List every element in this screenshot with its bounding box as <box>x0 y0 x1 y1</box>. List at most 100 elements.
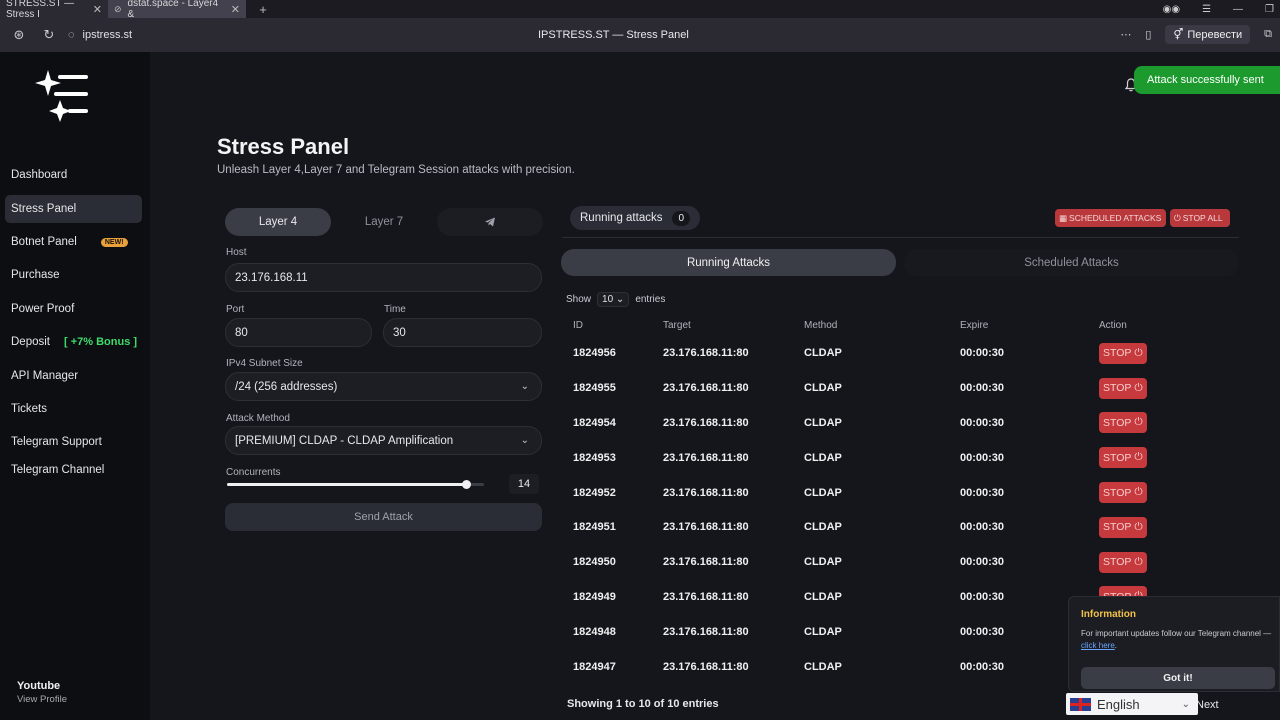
tab-layer4[interactable]: Layer 4 <box>225 208 331 236</box>
stop-button[interactable]: STOP⏻ <box>1099 447 1147 469</box>
app-logo[interactable] <box>34 68 90 124</box>
cell-id: 1824949 <box>573 590 616 603</box>
running-label: Running attacks <box>580 212 663 224</box>
got-it-button[interactable]: Got it! <box>1081 667 1275 689</box>
tab-scheduled-attacks[interactable]: Scheduled Attacks <box>904 249 1239 276</box>
menu-icon[interactable]: ☰ <box>1202 4 1211 15</box>
stop-button[interactable]: STOP⏻ <box>1099 412 1147 434</box>
sidebar-toggle-icon[interactable]: ⧉ <box>1264 28 1272 41</box>
sidebar-item-label: Stress Panel <box>11 203 77 215</box>
cell-target: 23.176.168.11:80 <box>663 347 749 360</box>
tab-running-attacks[interactable]: Running Attacks <box>561 249 896 276</box>
close-icon[interactable]: ✕ <box>231 3 240 16</box>
attacks-tabs: Running Attacks Scheduled Attacks <box>561 249 1239 276</box>
entries-select[interactable]: 10 ⌄ <box>597 292 630 307</box>
sidebar-item-label: Telegram Support <box>11 436 102 448</box>
translate-button[interactable]: ⚥ Перевести <box>1165 25 1251 44</box>
running-count: 0 <box>672 210 691 226</box>
restore-icon[interactable]: ❐ <box>1265 4 1274 15</box>
cell-target: 23.176.168.11:80 <box>663 451 749 464</box>
subnet-select[interactable]: /24 (256 addresses) ⌄ <box>225 372 542 401</box>
telegram-icon <box>485 217 495 227</box>
sidebar-item-label: Telegram Channel <box>11 464 105 476</box>
stop-button[interactable]: STOP⏻ <box>1099 551 1147 573</box>
table-row: 1824951 23.176.168.11:80 CLDAP 00:00:30 STOP… <box>565 510 1233 545</box>
chevron-down-icon: ⌄ <box>615 294 625 305</box>
close-icon[interactable]: ✕ <box>93 3 102 16</box>
cell-id: 1824954 <box>573 416 616 429</box>
divider <box>562 237 1239 238</box>
cell-method: CLDAP <box>804 660 842 673</box>
urlbar-actions: ⋯ ▯ ⚥ Перевести ⧉ <box>1120 25 1272 44</box>
sidebar-item-botnet-panel[interactable]: Botnet Panel NEW! <box>5 228 142 256</box>
bonus-badge: [ +7% Bonus ] <box>64 336 138 348</box>
language-select[interactable]: English ⌄ <box>1066 693 1198 715</box>
address-field[interactable]: ◌ ipstress.st <box>68 29 132 41</box>
new-badge: NEW! <box>100 237 128 247</box>
cell-id: 1824955 <box>573 382 616 395</box>
info-link[interactable]: click here <box>1081 641 1115 650</box>
time-input[interactable]: 30 <box>383 318 542 347</box>
port-input[interactable]: 80 <box>225 318 372 347</box>
sidebar-item-stress-panel[interactable]: Stress Panel <box>5 195 142 223</box>
sidebar-item-api-manager[interactable]: API Manager <box>5 362 142 390</box>
tab-layer7[interactable]: Layer 7 <box>331 208 437 236</box>
minimize-icon[interactable]: — <box>1233 4 1243 15</box>
sidebar-item-telegram-channel[interactable]: Telegram Channel <box>5 456 142 484</box>
home-icon[interactable]: ⊛ <box>8 24 30 46</box>
cell-method: CLDAP <box>804 451 842 464</box>
stop-button[interactable]: STOP⏻ <box>1099 342 1147 364</box>
column-header-target[interactable]: Target <box>655 314 796 336</box>
cell-id: 1824947 <box>573 660 616 673</box>
more-icon[interactable]: ⋯ <box>1120 28 1131 41</box>
scheduled-attacks-button[interactable]: ▦ SCHEDULED ATTACKS <box>1055 209 1166 227</box>
view-profile-link[interactable]: View Profile <box>17 694 67 705</box>
cell-id: 1824956 <box>573 347 616 360</box>
browser-tab-stress[interactable]: STRESS.ST — Stress I ✕ <box>0 0 108 20</box>
method-label: Attack Method <box>226 413 290 424</box>
translate-icon: ⚥ <box>1173 29 1184 41</box>
host-input[interactable]: 23.176.168.11 <box>225 263 542 292</box>
sidebar-item-dashboard[interactable]: Dashboard <box>5 161 142 189</box>
sidebar-item-deposit[interactable]: Deposit [ +7% Bonus ] <box>5 328 142 356</box>
sidebar-item-label: Botnet Panel <box>11 236 77 248</box>
user-profile[interactable]: Youtube View Profile <box>17 680 67 705</box>
concurrents-slider[interactable] <box>227 480 484 489</box>
cell-expire: 00:00:30 <box>960 416 1005 429</box>
sidebar-item-purchase[interactable]: Purchase <box>5 261 142 289</box>
shield-icon: ◌ <box>68 29 75 41</box>
table-row: 1824950 23.176.168.11:80 CLDAP 00:00:30 STOP… <box>565 545 1233 580</box>
method-select[interactable]: [PREMIUM] CLDAP - CLDAP Amplification ⌄ <box>225 426 542 455</box>
time-label: Time <box>384 304 406 315</box>
sidebar-item-power-proof[interactable]: Power Proof <box>5 295 142 323</box>
new-tab-button[interactable]: + <box>254 0 272 18</box>
bookmark-icon[interactable]: ▯ <box>1145 28 1151 41</box>
sidebar-item-telegram-support[interactable]: Telegram Support <box>5 428 142 456</box>
browser-tab-dstat[interactable]: ⊘ dstat.space - Layer4 & ✕ <box>108 0 246 20</box>
power-icon: ⏻ <box>1134 451 1143 464</box>
tab-telegram[interactable] <box>437 208 543 236</box>
stop-button[interactable]: STOP⏻ <box>1099 516 1147 538</box>
cell-method: CLDAP <box>804 556 842 569</box>
slider-thumb[interactable] <box>462 480 471 489</box>
column-header-method[interactable]: Method <box>796 314 952 336</box>
stop-all-button[interactable]: ⏻ STOP ALL <box>1170 209 1230 227</box>
stop-button[interactable]: STOP⏻ <box>1099 482 1147 504</box>
column-header-id[interactable]: ID <box>565 314 655 336</box>
table-header-row: ID Target Method Expire Action <box>565 314 1233 336</box>
host-label: Host <box>226 247 247 258</box>
tab-title: dstat.space - Layer4 & <box>127 0 219 20</box>
success-toast: Attack successfully sent <box>1134 66 1280 94</box>
reload-icon[interactable]: ↻ <box>38 24 60 46</box>
next-page-link[interactable]: Next <box>1196 699 1219 711</box>
stop-button[interactable]: STOP⏻ <box>1099 377 1147 399</box>
cell-action: STOP⏻ <box>1091 545 1233 580</box>
cell-expire: 00:00:30 <box>960 382 1005 395</box>
port-label: Port <box>226 304 245 315</box>
window-controls: ◉◉ ☰ — ❐ <box>1163 0 1274 18</box>
send-attack-button[interactable]: Send Attack <box>225 503 542 531</box>
glasses-icon[interactable]: ◉◉ <box>1163 4 1180 15</box>
column-header-expire[interactable]: Expire <box>952 314 1091 336</box>
sidebar-item-tickets[interactable]: Tickets <box>5 395 142 423</box>
cell-id: 1824948 <box>573 625 616 638</box>
